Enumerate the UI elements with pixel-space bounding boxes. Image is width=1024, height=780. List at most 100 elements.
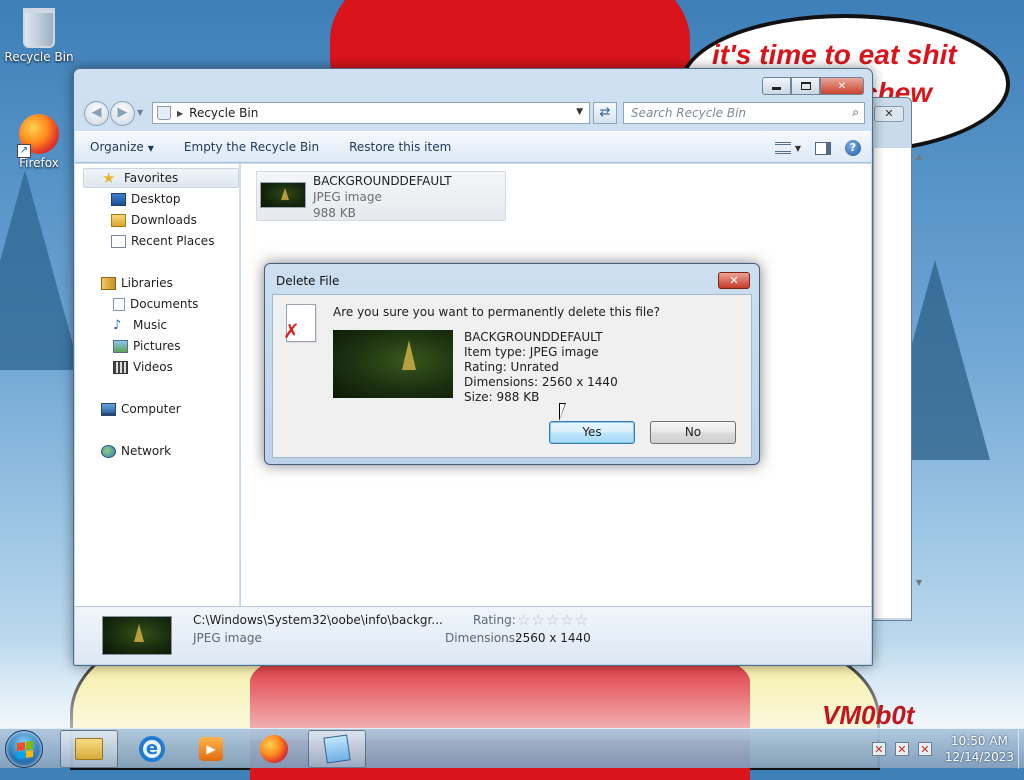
network-status-icon[interactable]: ✕ [894, 742, 909, 756]
volume-muted-icon[interactable]: ✕ [917, 742, 932, 756]
nav-desktop[interactable]: Desktop [111, 189, 181, 209]
search-placeholder: Search Recycle Bin [631, 106, 747, 120]
libraries-icon [101, 276, 116, 290]
folder-icon [75, 738, 103, 760]
address-bar[interactable]: ▶ Recycle Bin ▼ [152, 102, 590, 124]
background-window-close-button[interactable]: ✕ [874, 106, 904, 122]
documents-icon [113, 297, 125, 311]
recent-places-icon [111, 234, 126, 248]
nav-label: Videos [133, 360, 173, 374]
shortcut-arrow-icon: ↗ [17, 144, 31, 158]
chevron-down-icon: ▼ [147, 144, 154, 153]
rating-stars[interactable]: ☆☆☆☆☆ [517, 611, 589, 629]
dialog-close-button[interactable]: ✕ [718, 272, 750, 289]
taskbar-media-player[interactable]: ▶ [182, 730, 240, 768]
dialog-item-type: Item type: JPEG image [464, 345, 599, 359]
red-x-icon: ✗ [283, 319, 300, 343]
network-icon [101, 444, 116, 458]
taskbar-internet-explorer[interactable]: e [123, 730, 181, 768]
command-bar: Organize ▼ Empty the Recycle Bin Restore … [75, 131, 871, 163]
action-center-flag-icon[interactable]: ✕ [871, 742, 886, 756]
videos-icon [113, 360, 128, 374]
organize-button[interactable]: Organize ▼ [75, 131, 169, 163]
nav-recent-places[interactable]: Recent Places [111, 231, 214, 251]
system-tray: ✕ ✕ ✕ 10:50 AM 12/14/2023 [871, 729, 1014, 769]
file-thumbnail [260, 182, 306, 208]
nav-documents[interactable]: Documents [113, 294, 198, 314]
details-type: JPEG image [193, 631, 262, 645]
search-icon[interactable]: ⌕ [852, 105, 859, 120]
firefox-icon [260, 735, 288, 763]
nav-label: Pictures [133, 339, 181, 353]
details-dimensions-value: 2560 x 1440 [515, 631, 591, 645]
file-size: 988 KB [313, 206, 356, 220]
nav-downloads[interactable]: Downloads [111, 210, 197, 230]
nav-pictures[interactable]: Pictures [113, 336, 181, 356]
breadcrumb-arrow-icon[interactable]: ▶ [177, 109, 183, 118]
refresh-button[interactable]: ⇄ [593, 102, 617, 124]
nav-videos[interactable]: Videos [113, 357, 173, 377]
nav-label: Downloads [131, 213, 197, 227]
yes-button[interactable]: Yes [549, 421, 635, 444]
dialog-body: ✗ Are you sure you want to permanently d… [272, 294, 752, 458]
nav-computer[interactable]: Computer [101, 399, 181, 419]
wallpaper-tree [0, 170, 80, 370]
computer-icon [101, 402, 116, 416]
nav-network[interactable]: Network [101, 441, 171, 461]
nav-libraries[interactable]: Libraries [101, 273, 173, 293]
desktop-icon-label: Firefox [19, 156, 59, 170]
back-button[interactable]: ◀ [84, 101, 109, 126]
desktop-icon [111, 192, 126, 206]
change-view-icon[interactable] [774, 142, 791, 154]
close-icon: ✕ [837, 80, 847, 92]
scroll-up-icon[interactable]: ▲ [914, 152, 924, 161]
clock[interactable]: 10:50 AM 12/14/2023 [945, 733, 1014, 765]
nav-label: Favorites [124, 171, 179, 185]
minimize-button[interactable] [762, 77, 791, 95]
dialog-rating: Rating: Unrated [464, 360, 559, 374]
taskbar-windows-explorer[interactable] [60, 730, 118, 768]
restore-item-button[interactable]: Restore this item [334, 131, 466, 163]
recycle-bin-icon [23, 8, 55, 48]
desktop-icon-firefox[interactable]: ↗ Firefox [4, 114, 74, 170]
taskbar-firefox[interactable] [245, 730, 303, 768]
file-item[interactable]: BACKGROUNDDEFAULT JPEG image 988 KB [256, 171, 506, 221]
nav-label: Recent Places [131, 234, 215, 248]
taskbar: e ▶ ✕ ✕ ✕ 10:50 AM 12/14/2023 [0, 728, 1024, 769]
dialog-thumbnail [333, 330, 453, 398]
dialog-file-name: BACKGROUNDDEFAULT [464, 330, 603, 344]
start-button[interactable] [5, 730, 43, 768]
nav-label: Network [121, 444, 172, 458]
desktop-icon-recycle-bin[interactable]: Recycle Bin [4, 8, 74, 64]
nav-favorites[interactable]: ★ Favorites [83, 168, 239, 188]
dialog-question: Are you sure you want to permanently del… [333, 305, 660, 319]
empty-recycle-bin-button[interactable]: Empty the Recycle Bin [169, 131, 334, 163]
close-button[interactable]: ✕ [820, 77, 864, 95]
music-icon: ♪ [113, 317, 122, 333]
breadcrumb-recycle-bin[interactable]: Recycle Bin [189, 106, 258, 120]
forward-arrow-icon: ▶ [117, 105, 128, 120]
taskbar-notepad[interactable] [308, 730, 366, 768]
mouse-cursor-icon [559, 403, 566, 421]
nav-label: Music [133, 318, 168, 332]
maximize-button[interactable] [791, 77, 820, 95]
search-input[interactable]: Search Recycle Bin ⌕ [623, 102, 865, 124]
preview-pane-icon[interactable] [815, 141, 831, 155]
scroll-down-icon[interactable]: ▼ [914, 578, 924, 587]
notepad-icon [323, 734, 351, 764]
view-options-dropdown[interactable]: ▼ [795, 144, 801, 153]
no-button[interactable]: No [650, 421, 736, 444]
back-arrow-icon: ◀ [91, 105, 102, 120]
address-dropdown-icon[interactable]: ▼ [576, 107, 583, 117]
maximize-icon [800, 82, 811, 90]
show-desktop-button[interactable] [1018, 729, 1024, 769]
nav-music[interactable]: ♪ Music [113, 315, 167, 335]
recent-pages-dropdown[interactable]: ▼ [137, 108, 143, 117]
details-rating-label: Rating: [473, 613, 516, 627]
background-window-content: ▲ ▼ [873, 148, 922, 618]
media-player-icon: ▶ [199, 737, 223, 761]
help-icon[interactable]: ? [845, 140, 861, 156]
delete-file-icon: ✗ [283, 304, 316, 343]
firefox-icon: ↗ [17, 114, 59, 158]
forward-button[interactable]: ▶ [110, 101, 135, 126]
